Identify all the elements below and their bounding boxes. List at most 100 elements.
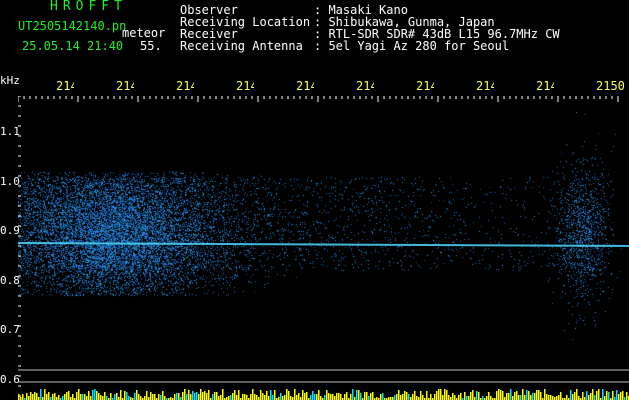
level-bar <box>138 394 140 400</box>
y-tick-label: 0.6 <box>0 373 20 386</box>
level-bar <box>540 392 542 400</box>
level-bar <box>544 389 546 400</box>
level-bar <box>114 394 116 400</box>
level-bar <box>86 396 88 400</box>
level-bar <box>606 391 608 400</box>
level-bar <box>184 389 186 400</box>
level-bar <box>514 392 516 400</box>
level-bar <box>306 392 308 400</box>
level-bar <box>94 389 96 400</box>
level-bar <box>548 395 550 400</box>
level-bar <box>360 393 362 400</box>
level-bar <box>204 391 206 400</box>
level-bar <box>62 396 64 400</box>
level-bar <box>586 391 588 400</box>
level-bar <box>134 393 136 400</box>
level-bar <box>32 394 34 400</box>
level-bar <box>176 393 178 400</box>
level-bar <box>422 395 424 400</box>
level-bar <box>208 390 210 400</box>
level-bar <box>146 391 148 400</box>
level-bar <box>458 395 460 400</box>
level-bar <box>312 391 314 400</box>
level-bar <box>264 395 266 400</box>
level-bar <box>478 392 480 400</box>
level-bar <box>152 394 154 400</box>
level-bar <box>524 395 526 400</box>
level-bar <box>380 394 382 400</box>
level-bar <box>404 391 406 400</box>
level-bar <box>26 393 28 400</box>
level-bar <box>140 396 142 400</box>
level-bar <box>34 392 36 400</box>
level-bar <box>512 396 514 400</box>
level-bar <box>236 395 238 400</box>
level-bar <box>454 395 456 400</box>
x-tick-label: 214 <box>296 80 314 93</box>
level-bar <box>104 392 106 400</box>
level-bar <box>400 395 402 400</box>
level-bar <box>314 394 316 400</box>
level-bar <box>598 389 600 400</box>
level-bar <box>250 394 252 400</box>
level-bar <box>596 391 598 400</box>
level-bar <box>92 390 94 400</box>
level-bar <box>326 390 328 400</box>
spectrogram-plot <box>18 96 629 400</box>
level-bar <box>572 394 574 400</box>
level-bar <box>488 392 490 400</box>
file-name: UT2505142140.pn <box>18 20 126 33</box>
level-bar <box>216 392 218 400</box>
level-bar <box>578 396 580 400</box>
level-bar <box>574 392 576 400</box>
meta-value-antenna: : 5el Yagi Az 280 for Seoul <box>314 40 509 53</box>
level-bar <box>206 393 208 400</box>
level-bar <box>220 395 222 400</box>
level-bar <box>470 392 472 400</box>
level-bar <box>200 389 202 400</box>
level-bar <box>274 390 276 400</box>
level-bar <box>48 392 50 400</box>
level-bar <box>22 394 24 400</box>
level-bar <box>550 395 552 400</box>
level-bar <box>352 389 354 400</box>
level-bar <box>350 394 352 400</box>
level-bar <box>54 393 56 400</box>
level-bar <box>40 389 42 400</box>
level-bar <box>528 391 530 400</box>
level-bar <box>490 396 492 400</box>
level-bar <box>576 389 578 400</box>
level-bar <box>372 392 374 400</box>
level-bar <box>530 395 532 400</box>
level-bar <box>212 394 214 400</box>
level-bar <box>162 391 164 400</box>
level-bar <box>284 395 286 400</box>
level-bar <box>414 391 416 400</box>
level-bar <box>402 394 404 400</box>
level-bar <box>486 396 488 400</box>
signal-level-bars <box>18 389 629 400</box>
level-bar <box>302 390 304 400</box>
level-bar <box>558 395 560 400</box>
level-bar <box>358 390 360 400</box>
level-bar <box>58 395 60 400</box>
level-bar <box>262 393 264 400</box>
level-bar <box>426 391 428 400</box>
level-bar <box>626 392 628 400</box>
level-bar <box>472 390 474 400</box>
level-bar <box>590 393 592 400</box>
level-bar <box>304 393 306 400</box>
level-bar <box>498 389 500 400</box>
level-bar <box>394 395 396 400</box>
level-bar <box>218 396 220 400</box>
level-bar <box>330 394 332 400</box>
level-bar <box>452 393 454 400</box>
level-bar <box>194 393 196 400</box>
timestamp: 25.05.14 21:40 <box>22 40 123 53</box>
level-bar <box>416 396 418 400</box>
level-bar <box>78 389 80 400</box>
level-bar <box>260 390 262 400</box>
level-bar <box>324 395 326 400</box>
level-bar <box>460 393 462 400</box>
level-bar <box>280 393 282 400</box>
